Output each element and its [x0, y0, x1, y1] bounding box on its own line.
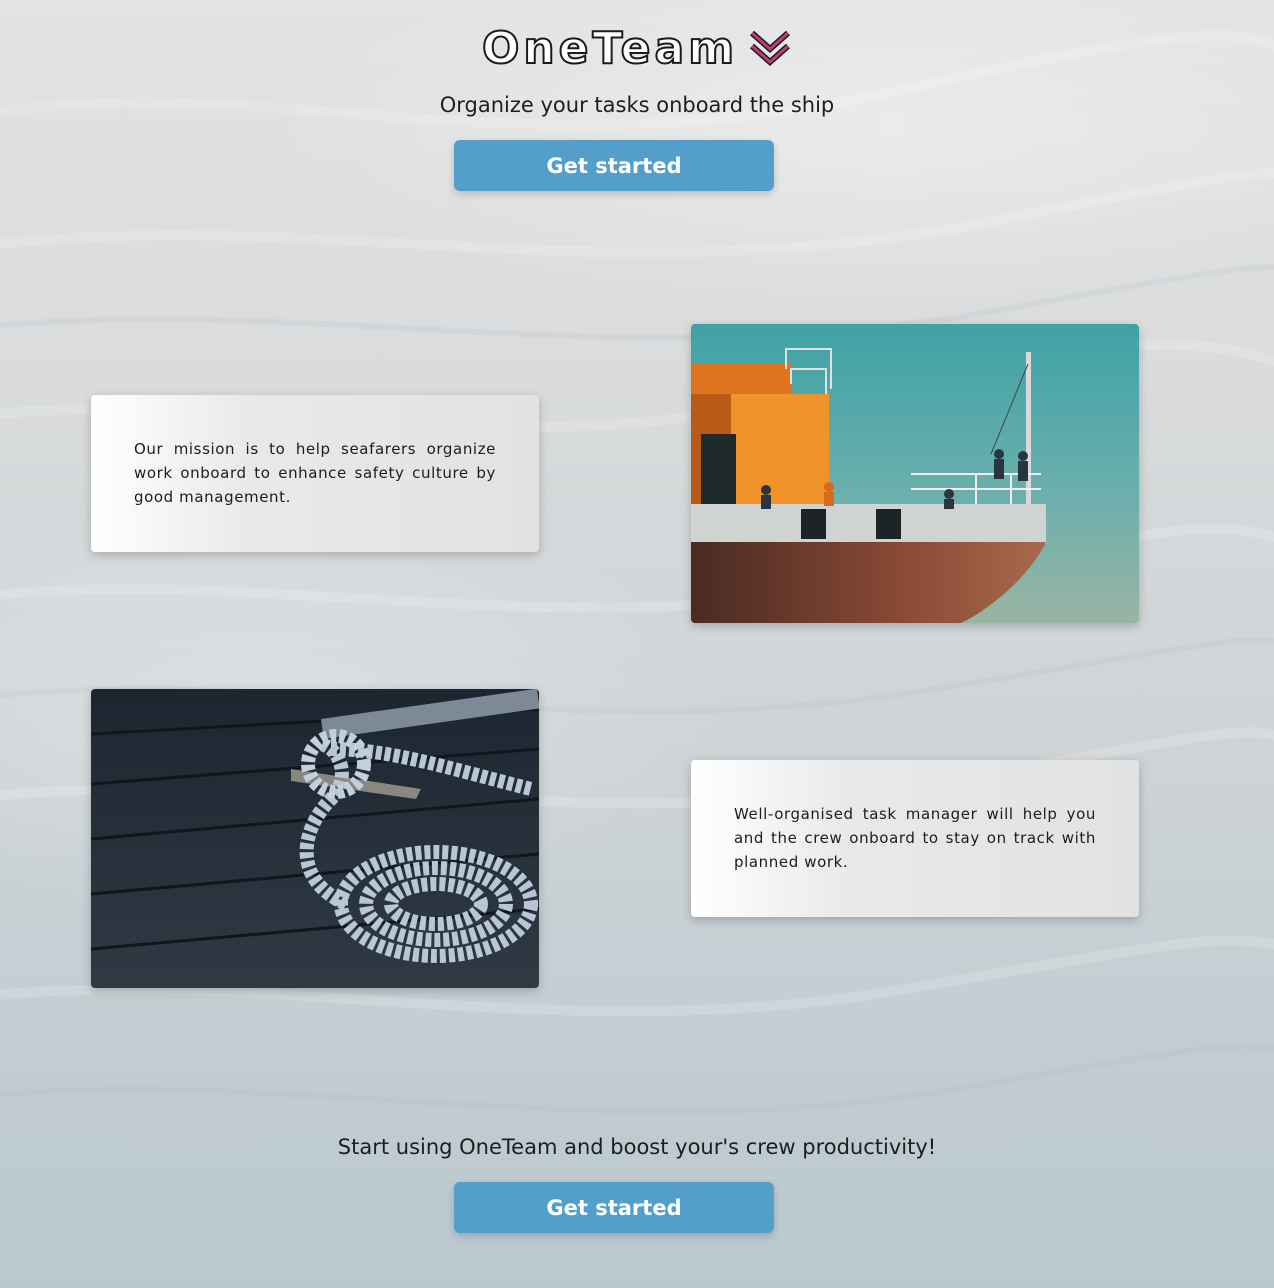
logo[interactable]: OneTeam — [0, 22, 1274, 76]
ship-bow-photo — [691, 324, 1139, 623]
task-manager-card: Well-organised task manager will help yo… — [691, 760, 1139, 917]
logo-text: OneTeam — [481, 22, 739, 75]
task-manager-text: Well-organised task manager will help yo… — [734, 805, 1096, 871]
double-chevron-down-icon — [750, 30, 791, 67]
mooring-rope-photo — [91, 689, 539, 988]
background-texture — [0, 30, 1274, 1115]
mission-text: Our mission is to help seafarers organiz… — [134, 440, 496, 506]
get-started-button[interactable]: Get started — [454, 140, 774, 191]
get-started-button-bottom[interactable]: Get started — [454, 1182, 774, 1233]
footer-text: Start using OneTeam and boost your's cre… — [337, 1135, 937, 1159]
tagline: Organize your tasks onboard the ship — [439, 93, 835, 117]
mission-card: Our mission is to help seafarers organiz… — [91, 395, 539, 552]
